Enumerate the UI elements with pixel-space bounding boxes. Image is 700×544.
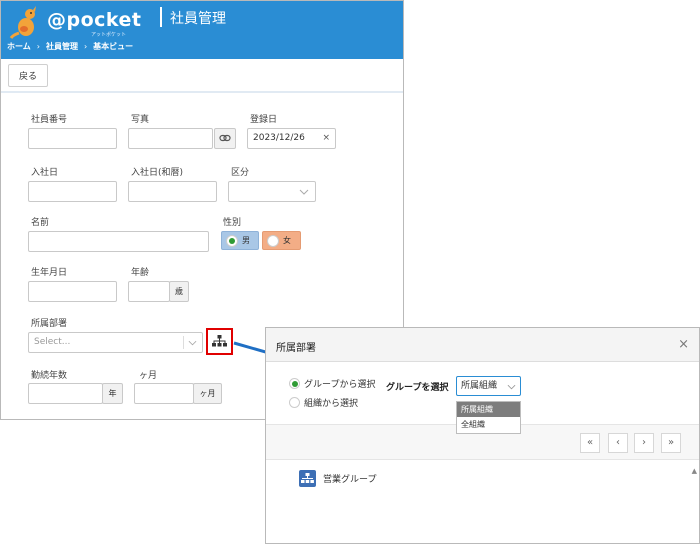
radio-from-org-label: 組織から選択 (304, 399, 359, 409)
tree-item-sales-group[interactable]: 営業グループ (299, 470, 376, 487)
link-icon (219, 134, 231, 142)
app-header: @pocket アットポケット 社員管理 ホーム › 社員管理 › 基本ビュー (1, 1, 403, 59)
join-date-jp-input[interactable] (128, 181, 217, 202)
years-of-service-label: 勤続年数 (31, 371, 68, 381)
months-label: ヶ月 (139, 371, 158, 381)
option-all-org[interactable]: 全組織 (457, 417, 520, 432)
years-input[interactable] (28, 383, 103, 404)
org-chart-button[interactable] (206, 328, 233, 355)
app-title: 社員管理 (170, 11, 226, 27)
next-page-button[interactable]: › (634, 433, 654, 453)
last-page-button[interactable]: » (661, 433, 681, 453)
org-chart-icon (212, 335, 227, 347)
chevron-down-icon (507, 384, 516, 390)
breadcrumb-employee-management[interactable]: 社員管理 (46, 41, 78, 52)
tree-item-label: 営業グループ (323, 475, 377, 485)
chevron-down-icon (188, 340, 197, 346)
birth-date-label: 生年月日 (31, 268, 68, 278)
registered-date-label: 登録日 (250, 115, 278, 125)
gender-female-label: 女 (283, 236, 291, 245)
option-own-org[interactable]: 所属組織 (457, 402, 520, 417)
brand-subtitle: アットポケット (91, 32, 127, 38)
months-input[interactable] (134, 383, 194, 404)
age-unit: 歳 (169, 281, 189, 302)
photo-label: 写真 (131, 115, 150, 125)
gender-female-radio[interactable]: 女 (262, 231, 301, 250)
title-divider (160, 7, 162, 27)
age-input[interactable] (128, 281, 170, 302)
registered-date-input[interactable]: 2023/12/26 × (247, 128, 336, 149)
prev-page-button[interactable]: ‹ (608, 433, 628, 453)
radio-from-group-label: グループから選択 (304, 380, 376, 390)
employee-no-label: 社員番号 (31, 115, 68, 125)
close-icon[interactable]: × (678, 337, 689, 352)
gender-male-radio[interactable]: 男 (221, 231, 259, 250)
department-dialog: 所属部署 × グループから選択 組織から選択 グループを選択 所属組織 « ‹ … (265, 327, 700, 544)
radio-unselected-icon (267, 234, 279, 247)
group-select-value: 所属組織 (461, 381, 498, 391)
department-placeholder: Select... (34, 337, 71, 347)
attach-link-button[interactable] (214, 128, 236, 149)
clear-date-icon[interactable]: × (322, 129, 330, 148)
chevron-down-icon (299, 189, 309, 195)
breadcrumb-separator: › (36, 42, 40, 51)
breadcrumb-home[interactable]: ホーム (7, 41, 31, 52)
group-select-dropdown: 所属組織 全組織 (456, 401, 521, 434)
group-icon (299, 470, 316, 487)
photo-input[interactable] (128, 128, 213, 149)
age-label: 年齢 (131, 268, 150, 278)
join-date-jp-label: 入社日(和暦) (131, 168, 184, 178)
select-group-label: グループを選択 (386, 383, 449, 393)
radio-from-group[interactable]: グループから選択 (289, 377, 375, 390)
radio-selected-icon (289, 378, 300, 389)
radio-unselected-icon (289, 397, 300, 408)
department-select[interactable]: Select... (28, 332, 203, 353)
kangaroo-logo-icon (9, 6, 36, 39)
department-label: 所属部署 (31, 319, 68, 329)
employee-no-input[interactable] (28, 128, 117, 149)
radio-from-org[interactable]: 組織から選択 (289, 396, 358, 409)
months-unit: ヶ月 (193, 383, 222, 404)
name-label: 名前 (31, 218, 50, 228)
group-select[interactable]: 所属組織 (456, 376, 521, 396)
first-page-button[interactable]: « (580, 433, 600, 453)
toolbar: 戻る (1, 59, 403, 93)
name-input[interactable] (28, 231, 209, 252)
dialog-title: 所属部署 (276, 343, 316, 354)
back-button[interactable]: 戻る (8, 64, 48, 87)
gender-male-label: 男 (242, 236, 250, 245)
breadcrumb-separator: › (83, 42, 88, 51)
breadcrumb-basic-view: 基本ビュー (93, 42, 134, 51)
dialog-header: 所属部署 × (266, 328, 699, 362)
birth-date-input[interactable] (28, 281, 117, 302)
radio-selected-icon (226, 234, 238, 247)
years-unit: 年 (102, 383, 123, 404)
join-date-label: 入社日 (31, 168, 59, 178)
join-date-input[interactable] (28, 181, 117, 202)
scroll-up-icon[interactable]: ▲ (692, 467, 697, 475)
registered-date-value: 2023/12/26 (253, 133, 305, 143)
breadcrumb: ホーム › 社員管理 › 基本ビュー (7, 41, 133, 52)
brand-name: @pocket (47, 9, 142, 31)
gender-label: 性別 (223, 218, 242, 228)
category-select[interactable] (228, 181, 316, 202)
select-divider (183, 336, 184, 349)
category-label: 区分 (231, 168, 250, 178)
